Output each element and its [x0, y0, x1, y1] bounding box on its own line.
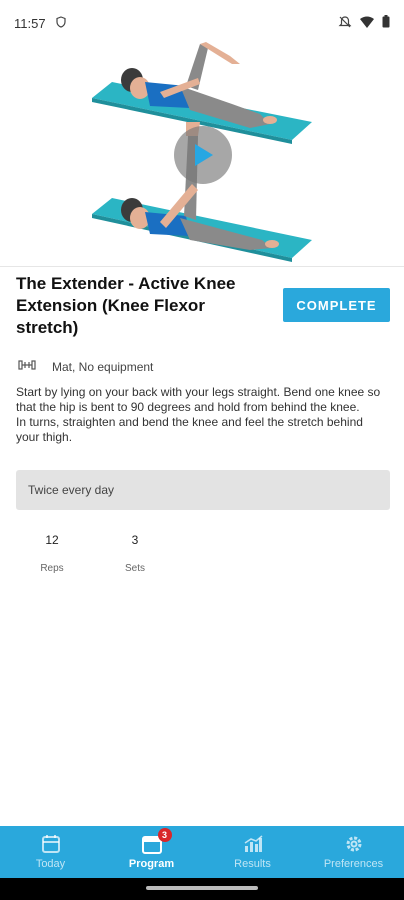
shield-icon	[55, 15, 66, 31]
wifi-icon	[360, 16, 374, 31]
nav-preferences-label: Preferences	[323, 858, 384, 870]
frequency-text: Twice every day	[28, 483, 115, 497]
equipment-text: Mat, No equipment	[52, 359, 154, 374]
divider	[0, 266, 404, 267]
exercise-description: Start by lying on your back with your le…	[16, 385, 381, 444]
reps-value: 12	[45, 533, 59, 547]
program-calendar-icon: 3	[141, 828, 172, 856]
nav-preferences[interactable]: Preferences	[303, 826, 404, 878]
battery-icon	[382, 15, 390, 31]
nav-today-label: Today	[35, 858, 66, 870]
reps-label: Reps	[40, 563, 64, 574]
sets-value: 3	[131, 533, 139, 547]
status-time: 11:57	[14, 15, 46, 31]
gear-icon	[344, 834, 364, 856]
bottom-nav: Today 3 Program Results Preferences	[0, 826, 404, 878]
play-icon	[195, 144, 213, 166]
exercise-title: The Extender - Active Knee Extension (Kn…	[16, 274, 236, 337]
system-nav-bar	[0, 878, 404, 900]
nav-program[interactable]: 3 Program	[101, 826, 202, 878]
notifications-off-icon	[338, 15, 352, 32]
complete-button[interactable]: COMPLETE	[283, 288, 390, 322]
dumbbell-icon	[18, 359, 36, 374]
program-badge: 3	[157, 828, 172, 842]
frequency-box: Twice every day	[16, 470, 390, 510]
nav-results-label: Results	[234, 858, 271, 870]
calendar-icon	[41, 834, 60, 856]
reps-stat: 12 Reps	[22, 533, 82, 574]
nav-program-label: Program	[128, 858, 175, 870]
nav-today[interactable]: Today	[0, 826, 101, 878]
equipment-row: Mat, No equipment	[18, 359, 153, 374]
home-gesture-handle[interactable]	[146, 886, 258, 890]
play-button[interactable]	[174, 126, 232, 184]
exercise-video[interactable]	[0, 36, 404, 266]
sets-stat: 3 Sets	[105, 533, 165, 574]
sets-label: Sets	[124, 563, 145, 574]
nav-results[interactable]: Results	[202, 826, 303, 878]
bar-chart-icon	[243, 834, 263, 856]
